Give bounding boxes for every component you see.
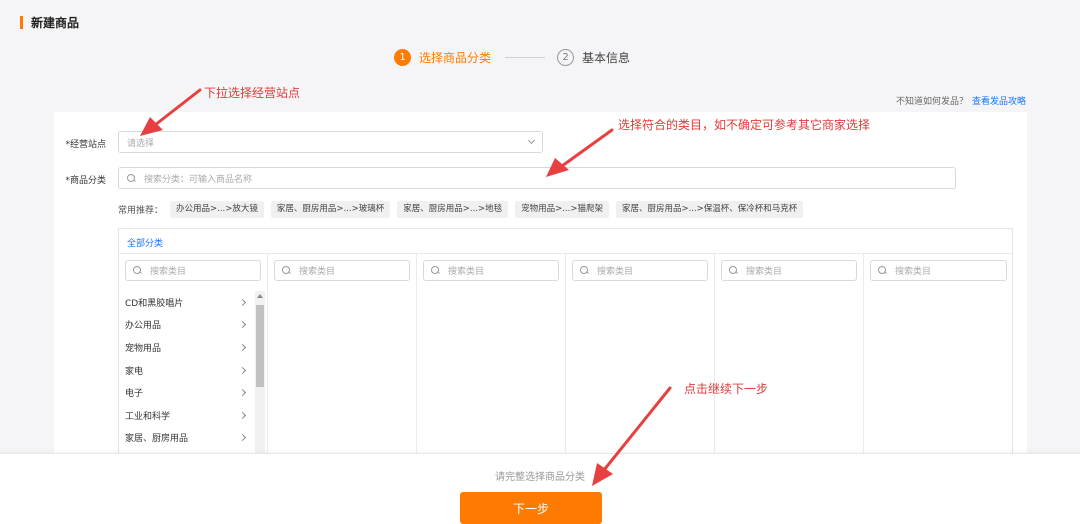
search-icon xyxy=(580,266,589,275)
site-label: *经营站点 xyxy=(54,137,106,150)
chevron-right-icon xyxy=(238,434,247,442)
chevron-down-icon xyxy=(527,136,536,145)
category-column-6: 搜索类目 xyxy=(864,254,1012,457)
category-item[interactable]: CD和黑胶唱片 xyxy=(119,291,253,314)
column-search-placeholder: 搜索类目 xyxy=(150,267,187,277)
category-item-label: CD和黑胶唱片 xyxy=(125,298,184,309)
category-column-4: 搜索类目 xyxy=(566,254,715,457)
title-accent-bar xyxy=(20,15,23,29)
search-icon xyxy=(431,266,440,275)
category-item[interactable]: 工业和科学 xyxy=(119,404,253,427)
chevron-right-icon xyxy=(238,366,247,374)
annotation-category-hint: 选择符合的类目，如不确定可参考其它商家选择 xyxy=(618,118,871,132)
search-icon xyxy=(127,173,136,183)
column-search-placeholder: 搜索类目 xyxy=(448,267,485,277)
category-item-label: 电子 xyxy=(125,389,144,400)
category-search-input[interactable]: 搜索分类：可输入商品名称 xyxy=(118,167,956,189)
category-item-label: 工业和科学 xyxy=(125,411,171,422)
page-title: 新建商品 xyxy=(31,15,80,30)
column-search-placeholder: 搜索类目 xyxy=(299,267,336,277)
scroll-up-arrow-icon[interactable] xyxy=(257,294,263,298)
recommend-tag[interactable]: 宠物用品>...>猫爬架 xyxy=(515,201,609,218)
category-column-5: 搜索类目 xyxy=(715,254,864,457)
chevron-right-icon xyxy=(238,389,247,397)
step-1-number: 1 xyxy=(394,48,411,66)
scrollbar[interactable] xyxy=(255,291,265,457)
category-panel: 全部分类 搜索类目 CD和黑胶唱片 办公用品 宠物用品 家电 电子 工业和科学 … xyxy=(118,228,1013,458)
next-step-button[interactable]: 下一步 xyxy=(460,492,602,524)
category-label-text: *商品分类 xyxy=(65,176,106,186)
help-row: 不知道如何发品？ 查看发品攻略 xyxy=(896,94,1026,107)
site-select[interactable]: 请选择 xyxy=(118,131,543,153)
recommend-tag[interactable]: 家居、厨房用品>...>保温杯、保冷杯和马克杯 xyxy=(615,201,804,218)
category-item[interactable]: 家电 xyxy=(119,359,253,382)
search-icon xyxy=(729,266,738,275)
search-icon xyxy=(133,266,142,275)
scrollbar-thumb[interactable] xyxy=(256,305,264,387)
category-item-label: 家电 xyxy=(125,366,144,377)
category-item-label: 办公用品 xyxy=(125,321,162,332)
column-search-input[interactable]: 搜索类目 xyxy=(125,260,261,281)
recommend-tag[interactable]: 办公用品>...>放大镜 xyxy=(170,201,264,218)
category-column-1: 搜索类目 CD和黑胶唱片 办公用品 宠物用品 家电 电子 工业和科学 家居、厨房… xyxy=(119,254,268,457)
chevron-right-icon xyxy=(238,343,247,352)
chevron-right-icon xyxy=(238,411,247,419)
search-icon xyxy=(878,266,887,275)
recommend-label: 常用推荐： xyxy=(118,206,164,216)
category-label: *商品分类 xyxy=(54,173,106,186)
column-search-input[interactable]: 搜索类目 xyxy=(423,260,559,281)
column-search-input[interactable]: 搜索类目 xyxy=(870,260,1007,281)
tab-all-categories[interactable]: 全部分类 xyxy=(127,236,163,249)
column-search-input[interactable]: 搜索类目 xyxy=(274,260,410,281)
stepper: 1 选择商品分类 2 基本信息 xyxy=(394,48,630,66)
category-item-label: 家居、厨房用品 xyxy=(125,434,189,445)
recommend-row: 常用推荐： 办公用品>...>放大镜 家居、厨房用品>...>玻璃杯 家居、厨房… xyxy=(118,201,804,218)
category-item[interactable]: 家居、厨房用品 xyxy=(119,427,253,450)
annotation-next-hint: 点击继续下一步 xyxy=(684,382,769,396)
column-search-input[interactable]: 搜索类目 xyxy=(721,260,857,281)
column-search-placeholder: 搜索类目 xyxy=(597,267,634,277)
chevron-right-icon xyxy=(238,298,247,306)
help-text: 不知道如何发品？ xyxy=(895,97,968,107)
category-item[interactable]: 办公用品 xyxy=(119,314,253,337)
column-search-placeholder: 搜索类目 xyxy=(746,267,783,277)
column-search-placeholder: 搜索类目 xyxy=(895,267,932,277)
category-item[interactable]: 宠物用品 xyxy=(119,336,253,359)
category-column-2: 搜索类目 xyxy=(268,254,417,457)
bottom-hint-text: 请完整选择商品分类 xyxy=(495,472,585,483)
category-list: CD和黑胶唱片 办公用品 宠物用品 家电 电子 工业和科学 家居、厨房用品 xyxy=(119,291,253,449)
recommend-tag[interactable]: 家居、厨房用品>...>玻璃杯 xyxy=(270,201,391,218)
recommend-tag[interactable]: 家居、厨房用品>...>地毯 xyxy=(397,201,509,218)
step-connector xyxy=(505,56,546,58)
category-search-placeholder: 搜索分类：可输入商品名称 xyxy=(144,174,253,185)
category-column-3: 搜索类目 xyxy=(417,254,566,457)
chevron-right-icon xyxy=(238,321,247,329)
annotation-site-hint: 下拉选择经营站点 xyxy=(204,86,301,100)
step-1-label: 选择商品分类 xyxy=(419,50,492,65)
category-item[interactable]: 电子 xyxy=(119,381,253,404)
page-title-bar: 新建商品 xyxy=(20,14,79,30)
search-icon xyxy=(282,266,291,275)
category-item-label: 宠物用品 xyxy=(125,343,162,354)
step-2-number: 2 xyxy=(557,48,575,66)
column-search-input[interactable]: 搜索类目 xyxy=(572,260,708,281)
help-link[interactable]: 查看发品攻略 xyxy=(972,97,1026,107)
site-label-text: *经营站点 xyxy=(65,140,106,150)
step-2-label: 基本信息 xyxy=(582,50,631,65)
bottom-action-bar: 请完整选择商品分类 下一步 xyxy=(0,453,1080,524)
site-select-placeholder: 请选择 xyxy=(127,138,155,149)
